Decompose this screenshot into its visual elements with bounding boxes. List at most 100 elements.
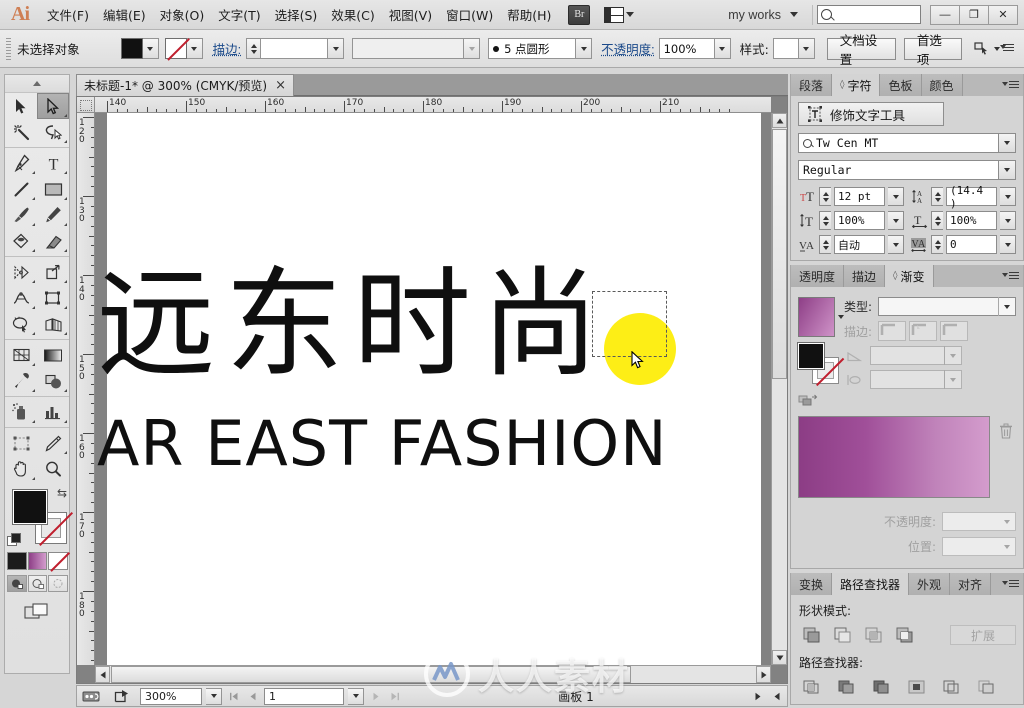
mesh-tool[interactable] <box>5 342 37 368</box>
vertical-scale-stepper[interactable] <box>819 211 831 230</box>
menu-select[interactable]: 选择(S) <box>268 2 325 27</box>
fill-color-control[interactable] <box>120 38 159 59</box>
gradient-tool[interactable] <box>37 342 69 368</box>
workspace-switcher[interactable]: my works <box>718 8 808 22</box>
merge-button[interactable] <box>868 676 895 698</box>
delete-gradient-stop-button[interactable] <box>996 420 1016 442</box>
tracking-dropdown[interactable] <box>1000 235 1016 254</box>
rectangle-tool[interactable] <box>37 176 69 202</box>
font-size-stepper[interactable] <box>819 187 831 206</box>
gradient-button[interactable] <box>27 552 48 570</box>
page-number-input[interactable]: 1 <box>264 687 344 705</box>
adobe-drive-icon[interactable] <box>80 688 106 704</box>
gradient-panel-menu-button[interactable] <box>1001 265 1023 287</box>
tab-appearance[interactable]: 外观 <box>909 573 951 595</box>
tracking-stepper[interactable] <box>931 235 943 254</box>
stroke-label[interactable]: 描边: <box>213 39 241 58</box>
tab-paragraph[interactable]: 段落 <box>791 74 833 96</box>
lasso-tool[interactable] <box>37 119 69 145</box>
horizontal-scale-dropdown[interactable] <box>1000 211 1016 230</box>
kerning-input[interactable]: 自动 <box>834 235 885 254</box>
ruler-origin[interactable] <box>77 97 95 113</box>
kerning-stepper[interactable] <box>819 235 831 254</box>
horizontal-scale-stepper[interactable] <box>931 211 943 230</box>
gradient-slider[interactable] <box>798 416 990 498</box>
tab-swatches[interactable]: 色板 <box>880 74 922 96</box>
kerning-dropdown[interactable] <box>888 235 904 254</box>
artwork-english-title[interactable]: AR EAST FASHION <box>97 413 771 475</box>
draw-normal-button[interactable] <box>7 575 27 592</box>
tab-align[interactable]: 对齐 <box>950 573 992 595</box>
column-graph-tool[interactable] <box>37 399 69 425</box>
bridge-button[interactable]: Br <box>568 4 591 25</box>
preferences-button[interactable]: 首选项 <box>903 33 963 67</box>
style-dropdown[interactable] <box>798 38 815 59</box>
menu-view[interactable]: 视图(V) <box>382 2 439 27</box>
arrange-documents-button[interactable] <box>604 6 635 23</box>
minus-back-button[interactable] <box>973 676 1000 698</box>
touch-type-tool-button[interactable]: 修饰文字工具 <box>798 102 944 126</box>
fill-dropdown-button[interactable] <box>142 38 159 59</box>
search-input[interactable] <box>817 5 921 24</box>
blend-tool[interactable] <box>37 368 69 394</box>
menu-object[interactable]: 对象(O) <box>153 2 212 27</box>
tab-transparency[interactable]: 透明度 <box>791 265 845 287</box>
page-number-dropdown[interactable] <box>348 687 364 705</box>
gradient-preview-swatch[interactable] <box>798 297 835 337</box>
menu-edit[interactable]: 编辑(E) <box>96 2 153 27</box>
fill-color-box[interactable] <box>12 489 48 525</box>
scroll-left-button[interactable] <box>95 666 110 683</box>
artboard-tool[interactable] <box>5 430 37 456</box>
minimize-button[interactable]: — <box>930 4 960 25</box>
vertical-scale-control[interactable]: T 100% <box>798 211 904 230</box>
opacity-input[interactable]: 100% <box>658 38 715 59</box>
font-family-input[interactable]: Tw Cen MT <box>798 133 999 153</box>
next-page-button[interactable] <box>368 688 383 704</box>
leading-input[interactable]: (14.4 ) <box>946 184 997 210</box>
change-screen-mode-button[interactable] <box>5 603 69 621</box>
first-page-button[interactable] <box>226 688 241 704</box>
tracking-input[interactable]: 0 <box>946 235 997 254</box>
minus-front-button[interactable] <box>829 624 856 646</box>
gradient-type-dropdown[interactable] <box>998 297 1015 316</box>
opacity-control[interactable]: 100% <box>658 38 731 59</box>
pen-tool[interactable] <box>5 150 37 176</box>
stroke-profile-input[interactable] <box>352 38 465 59</box>
tracking-control[interactable]: VA 0 <box>910 235 1016 254</box>
crop-button[interactable] <box>903 676 930 698</box>
menu-effect[interactable]: 效果(C) <box>324 2 381 27</box>
font-style-control[interactable]: Regular <box>798 160 1016 180</box>
stroke-weight-stepper[interactable] <box>246 38 261 59</box>
tab-stroke[interactable]: 描边 <box>844 265 886 287</box>
unite-button[interactable] <box>798 624 825 646</box>
vertical-scale-dropdown[interactable] <box>888 211 904 230</box>
eyedropper-tool[interactable] <box>5 368 37 394</box>
gradient-location-input[interactable] <box>942 537 1016 556</box>
close-button[interactable]: ✕ <box>988 4 1018 25</box>
rotate-tool[interactable] <box>5 259 37 285</box>
solid-color-button[interactable] <box>7 552 27 570</box>
stroke-swatch[interactable] <box>164 38 187 59</box>
kerning-control[interactable]: VA 自动 <box>798 235 904 254</box>
stroke-weight-input[interactable] <box>260 38 329 59</box>
gradient-aspect-dropdown[interactable] <box>944 370 961 389</box>
pathfinder-panel-menu-button[interactable] <box>1001 573 1023 595</box>
prev-page-button[interactable] <box>245 688 260 704</box>
gradient-opacity-dropdown[interactable] <box>998 513 1015 530</box>
brush-definition-value[interactable]: 5 点圆形 <box>488 38 577 59</box>
intersect-button[interactable] <box>860 624 887 646</box>
menu-type[interactable]: 文字(T) <box>211 2 267 27</box>
font-family-control[interactable]: Tw Cen MT <box>798 133 1016 153</box>
font-style-dropdown[interactable] <box>999 160 1016 180</box>
horizontal-scale-control[interactable]: T 100% <box>910 211 1016 230</box>
slice-tool[interactable] <box>37 430 69 456</box>
stroke-gradient-within-button[interactable] <box>878 321 907 341</box>
menu-file[interactable]: 文件(F) <box>40 2 96 27</box>
font-size-input[interactable]: 12 pt <box>834 187 885 206</box>
zoom-tool[interactable] <box>37 456 69 482</box>
tab-character[interactable]: ◊ 字符 <box>832 74 881 96</box>
fill-swatch[interactable] <box>120 38 143 59</box>
gradient-angle-input[interactable] <box>870 346 962 365</box>
control-bar-grip[interactable] <box>6 37 12 60</box>
gradient-opacity-input[interactable] <box>942 512 1016 531</box>
